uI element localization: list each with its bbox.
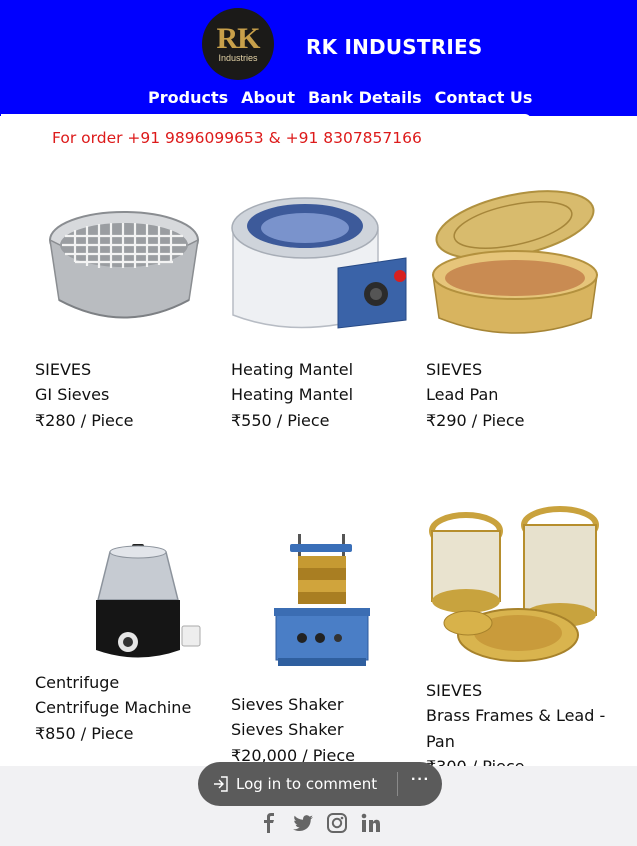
logo-text: RK [216,22,261,55]
product-category: Centrifuge [35,673,120,692]
linkedin-icon[interactable] [360,812,382,834]
main-nav: Products About Bank Details Contact Us [148,88,532,107]
product-name: Lead Pan [426,385,499,404]
product-price: ₹290 / Piece [426,411,525,430]
product-name: Centrifuge Machine [35,698,192,717]
heating-mantel-image [231,197,407,329]
product-price: ₹850 / Piece [35,724,134,743]
product-name: Sieves Shaker [231,720,344,739]
twitter-icon[interactable] [292,812,314,834]
brass-frames-image [429,506,599,662]
product-category: SIEVES [426,681,483,700]
login-to-comment-button[interactable]: Log in to comment [236,775,377,793]
nav-contact-us[interactable]: Contact Us [435,88,533,107]
site-header: RK Industries RK INDUSTRIES Products Abo… [0,0,637,116]
product-category: Heating Mantel [231,360,354,379]
brand-name: RK INDUSTRIES [306,35,483,59]
product-name: Heating Mantel [231,385,354,404]
comment-bar: Log in to comment ··· [198,762,442,806]
product-name: GI Sieves [35,385,110,404]
instagram-icon[interactable] [326,812,348,834]
centrifuge-image [96,544,201,658]
product-name-line2: Pan [426,732,455,751]
lead-pan-image [432,190,598,334]
nav-about[interactable]: About [241,88,295,107]
product-price: ₹280 / Piece [35,411,134,430]
divider [397,772,398,796]
order-line: For order +91 9896099653 & +91 830785716… [52,129,422,147]
facebook-icon[interactable] [258,812,280,834]
product-price: ₹550 / Piece [231,411,330,430]
sieves-shaker-image [274,534,370,666]
more-options-button[interactable]: ··· [411,771,430,789]
sieve-image [49,211,199,319]
nav-products[interactable]: Products [148,88,228,107]
logo[interactable]: RK Industries [202,8,274,80]
product-category: SIEVES [426,360,483,379]
product-category: SIEVES [35,360,92,379]
product-name-line1: Brass Frames & Lead - [426,706,606,725]
nav-bank-details[interactable]: Bank Details [308,88,422,107]
login-icon[interactable] [212,775,230,793]
product-category: Sieves Shaker [231,695,344,714]
logo-subtext: Industries [218,53,258,63]
